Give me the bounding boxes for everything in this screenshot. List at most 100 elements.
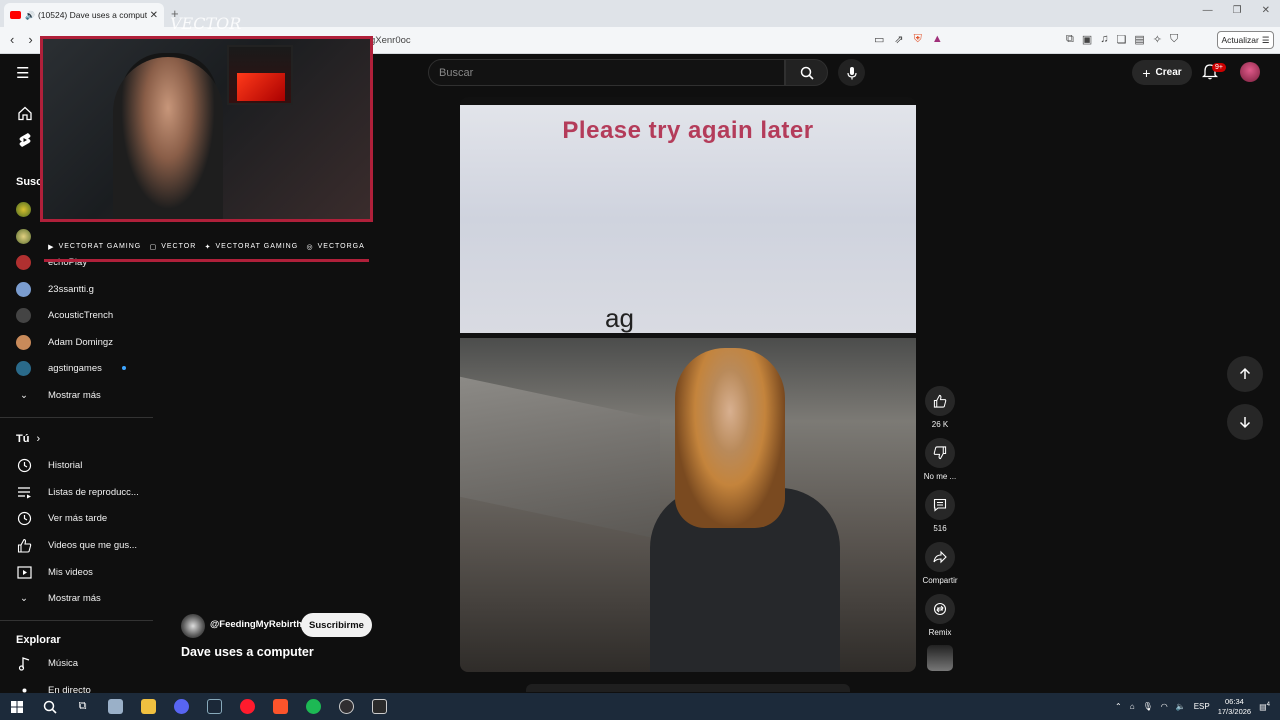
sidebar-item-my-videos[interactable]: Mis videos [16, 562, 146, 582]
social-label: VECTORAT GAMING [58, 243, 142, 250]
system-tray: ⌃ ⌂ 🎙 ◠ 🔈 ESP 06:34 17/3/2026 ▤4 [1115, 693, 1280, 720]
start-button[interactable] [0, 693, 33, 720]
microphone-icon[interactable]: 🎙 [1143, 702, 1153, 711]
minimize-icon[interactable]: — [1203, 5, 1213, 16]
extensions-icon[interactable]: ⧉ [1066, 33, 1074, 46]
brave-shield-icon[interactable]: ⛨ [914, 33, 922, 46]
share-button[interactable]: Compartir [922, 542, 958, 585]
channel-name[interactable]: @FeedingMyRebirth [210, 619, 302, 630]
task-view-button[interactable]: ⧉ [66, 693, 99, 720]
thumbs-up-icon [925, 386, 955, 416]
taskbar-search-button[interactable] [33, 693, 66, 720]
you-heading[interactable]: Tú › [16, 433, 40, 445]
sidebar-icon[interactable]: ▣ [1082, 33, 1092, 46]
dislike-button[interactable]: No me ... [922, 438, 958, 481]
url-field[interactable]: gXenr0oc [360, 31, 1060, 50]
taskbar-app-file-explorer[interactable] [132, 693, 165, 720]
search-icon [43, 700, 57, 714]
next-short-button[interactable] [1227, 404, 1263, 440]
network-icon[interactable]: ⌂ [1130, 702, 1135, 711]
app-icon [108, 699, 123, 714]
sidebar-item-label: Listas de reproducc... [48, 486, 139, 498]
taskbar-app-explorer-pin[interactable] [99, 693, 132, 720]
language-indicator[interactable]: ESP [1194, 702, 1210, 711]
close-window-icon[interactable]: ✕ [1262, 5, 1270, 16]
sidebar-item-playlists[interactable]: Listas de reproducc... [16, 482, 146, 502]
subscription-item[interactable]: agstingames [16, 358, 146, 378]
short-video-player[interactable]: Please try again later ag [460, 97, 916, 672]
share-label: Compartir [922, 576, 958, 585]
sidebar-item-history[interactable]: Historial [16, 455, 146, 475]
previous-short-button[interactable] [1227, 356, 1263, 392]
you-label: Tú [16, 433, 30, 445]
shorts-icon[interactable] [16, 131, 34, 149]
remix-button[interactable]: Remix [922, 594, 958, 637]
subscription-item[interactable]: Adam Domingz [16, 332, 146, 352]
wallet-icon[interactable]: ▤ [1134, 33, 1144, 46]
home-icon[interactable] [16, 104, 34, 122]
sidebar-item-music[interactable]: Música [16, 653, 146, 673]
windows-taskbar: ⧉ ⌃ ⌂ 🎙 ◠ 🔈 ESP 06:34 17/3/2026 ▤4 [0, 693, 1280, 720]
taskbar-app-epic[interactable] [363, 693, 396, 720]
create-button[interactable]: + Crear [1132, 60, 1192, 85]
taskbar-app-steam[interactable] [198, 693, 231, 720]
sidebar-item-label: Mis videos [48, 566, 93, 578]
chevron-up-icon[interactable]: ⌃ [1115, 702, 1122, 711]
sidebar-item-liked-videos[interactable]: Videos que me gus... [16, 535, 146, 555]
close-tab-icon[interactable]: ✕ [150, 10, 158, 21]
show-more-you[interactable]: ⌄ Mostrar más [16, 588, 146, 608]
streamer [113, 57, 223, 219]
show-more-label: Mostrar más [48, 592, 101, 604]
hamburger-menu-icon[interactable]: ☰ [16, 64, 29, 82]
media-icon[interactable]: ♫ [1100, 33, 1108, 46]
update-label: Actualizar [1221, 35, 1259, 45]
webcam-overlay [40, 36, 373, 222]
clock[interactable]: 06:34 17/3/2026 [1218, 697, 1251, 717]
install-icon[interactable]: ▭ [874, 33, 884, 46]
channel-avatar[interactable] [181, 614, 205, 638]
subscription-item[interactable]: AcousticTrench [16, 305, 146, 325]
leo-icon[interactable]: ✧ [1153, 33, 1162, 46]
video-title[interactable]: Dave uses a computer [181, 645, 314, 659]
search-input[interactable]: Buscar [428, 59, 785, 86]
subscription-item[interactable]: 23ssantti.g [16, 279, 146, 299]
search-icon [800, 66, 814, 80]
taskbar-app-spotify[interactable] [297, 693, 330, 720]
forward-icon[interactable]: › [28, 32, 32, 47]
sidebar-item-watch-later[interactable]: Ver más tarde [16, 508, 146, 528]
update-button[interactable]: Actualizar ☰ [1217, 31, 1274, 49]
instagram-icon: ◎ [306, 243, 314, 251]
sound-thumbnail[interactable] [927, 645, 953, 671]
channel-avatar [16, 254, 31, 270]
share-page-icon[interactable]: ⇗ [894, 33, 903, 46]
volume-icon[interactable]: 🔈 [1176, 702, 1186, 711]
vpn-icon[interactable]: ⛉ [1170, 33, 1178, 46]
taskbar-app-brave[interactable] [264, 693, 297, 720]
search-button[interactable] [785, 59, 828, 86]
taskbar-app-discord[interactable] [165, 693, 198, 720]
wifi-icon[interactable]: ◠ [1161, 702, 1168, 711]
subscriptions-heading[interactable]: Susc [16, 176, 42, 188]
comments-button[interactable]: 516 [922, 490, 958, 533]
subscribe-button[interactable]: Suscribirme [301, 613, 372, 637]
taskbar-app-obs[interactable] [330, 693, 363, 720]
back-icon[interactable]: ‹ [10, 32, 14, 47]
taskbar-app-opera[interactable] [231, 693, 264, 720]
sidebar-item-label: Ver más tarde [48, 512, 108, 524]
social-label: VECTOR [161, 243, 197, 250]
speaker-icon[interactable]: 🔊 [25, 11, 35, 20]
watch-later-icon [16, 510, 32, 526]
show-more-label: Mostrar más [48, 389, 101, 401]
youtube-favicon-icon [10, 11, 21, 19]
account-avatar[interactable] [1240, 62, 1260, 82]
maximize-icon[interactable]: ❐ [1233, 5, 1242, 16]
show-more-subscriptions[interactable]: ⌄ Mostrar más [16, 385, 146, 405]
rewards-icon[interactable]: ▲ [932, 33, 943, 46]
copy-icon[interactable]: ❏ [1117, 33, 1127, 46]
notification-center-icon[interactable]: ▤4 [1259, 702, 1270, 712]
voice-search-button[interactable] [838, 59, 865, 86]
like-button[interactable]: 26 K [922, 386, 958, 429]
browser-tab[interactable]: 🔊 (10524) Dave uses a compute ✕ [4, 3, 164, 27]
address-bar-icons: ▭ ⇗ ⛨ ▲ [874, 33, 943, 46]
channel-avatar [16, 360, 31, 376]
